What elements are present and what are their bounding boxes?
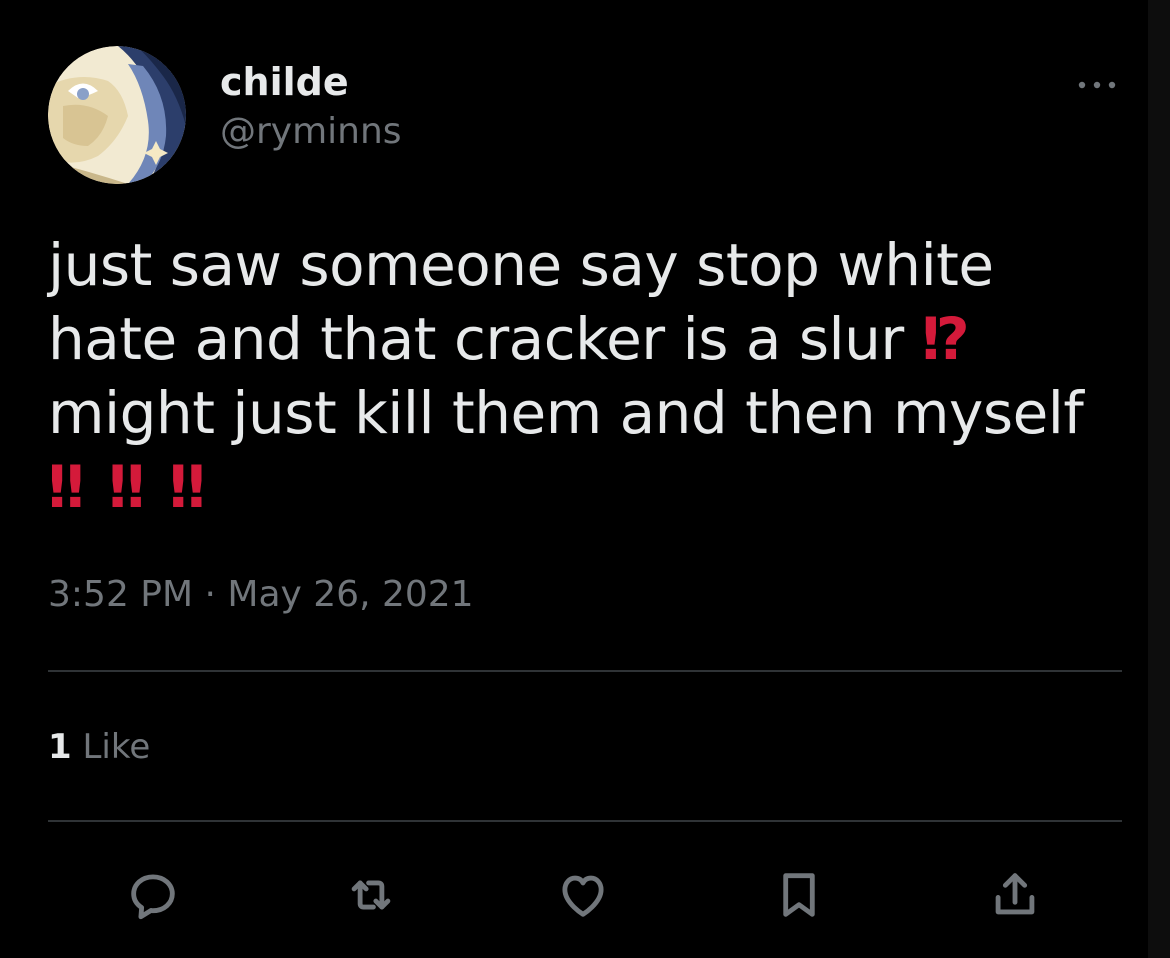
bookmark-button[interactable] bbox=[764, 860, 834, 930]
tweet-text-line: might just kill them and then myself bbox=[48, 376, 1138, 450]
window-edge bbox=[1148, 0, 1170, 958]
like-label: Like bbox=[82, 727, 151, 767]
share-button[interactable] bbox=[980, 860, 1050, 930]
divider bbox=[48, 670, 1122, 672]
like-button[interactable] bbox=[548, 860, 618, 930]
share-icon bbox=[995, 873, 1035, 915]
interrobang-emoji: ⁉ bbox=[921, 305, 972, 373]
double-exclamation-emoji: ‼ ‼ ‼ bbox=[48, 453, 208, 521]
retweet-button[interactable] bbox=[336, 860, 406, 930]
avatar[interactable] bbox=[48, 46, 186, 184]
tweet-text-segment: just saw someone say stop white bbox=[48, 231, 994, 299]
tweet-text-line: hate and that cracker is a slur ⁉ bbox=[48, 302, 1138, 376]
reply-button[interactable] bbox=[118, 860, 188, 930]
tweet-timestamp[interactable]: 3:52 PM · May 26, 2021 bbox=[48, 570, 474, 620]
tweet-text-line: ‼ ‼ ‼ bbox=[48, 450, 1138, 524]
more-options-button[interactable] bbox=[1072, 70, 1122, 100]
retweet-icon bbox=[351, 880, 391, 910]
tweet-actions bbox=[0, 860, 1170, 930]
user-handle[interactable]: @ryminns bbox=[220, 106, 402, 158]
tweet-text-segment: might just kill them and then myself bbox=[48, 379, 1084, 447]
divider bbox=[48, 820, 1122, 822]
tweet-text-segment: hate and that cracker is a slur bbox=[48, 305, 904, 373]
reply-icon bbox=[131, 874, 175, 920]
heart-icon bbox=[562, 875, 604, 917]
more-horizontal-icon bbox=[1078, 81, 1116, 89]
avatar-image bbox=[48, 46, 186, 184]
display-name[interactable]: childe bbox=[220, 58, 402, 106]
tweet-text: just saw someone say stop white hate and… bbox=[48, 228, 1138, 524]
like-stats[interactable]: 1 Like bbox=[48, 724, 150, 770]
tweet-text-line: just saw someone say stop white bbox=[48, 228, 1138, 302]
bookmark-icon bbox=[783, 873, 815, 917]
tweet-header: childe @ryminns bbox=[48, 46, 1128, 186]
like-count: 1 bbox=[48, 727, 72, 767]
